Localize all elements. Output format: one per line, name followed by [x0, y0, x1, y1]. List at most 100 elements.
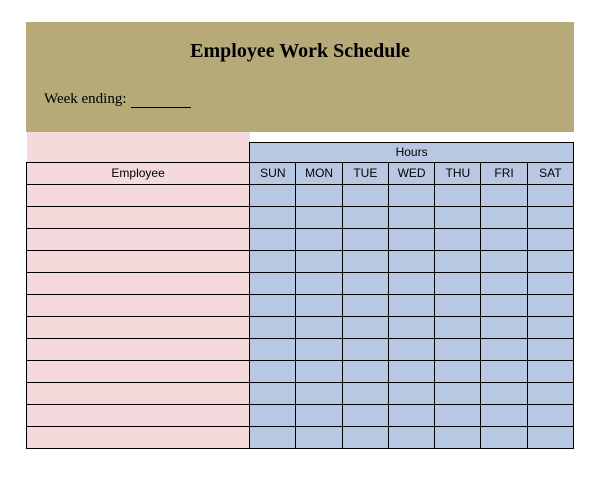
hours-cell[interactable] — [527, 250, 573, 272]
hours-cell[interactable] — [388, 426, 434, 448]
hours-cell[interactable] — [296, 184, 342, 206]
employee-cell[interactable] — [27, 404, 250, 426]
hours-cell[interactable] — [342, 206, 388, 228]
hours-cell[interactable] — [388, 272, 434, 294]
hours-cell[interactable] — [481, 184, 527, 206]
hours-cell[interactable] — [250, 338, 296, 360]
employee-cell[interactable] — [27, 316, 250, 338]
hours-cell[interactable] — [388, 382, 434, 404]
hours-cell[interactable] — [250, 184, 296, 206]
hours-cell[interactable] — [296, 360, 342, 382]
hours-cell[interactable] — [388, 316, 434, 338]
hours-cell[interactable] — [527, 316, 573, 338]
hours-cell[interactable] — [388, 360, 434, 382]
hours-cell[interactable] — [342, 272, 388, 294]
hours-cell[interactable] — [250, 272, 296, 294]
hours-cell[interactable] — [388, 228, 434, 250]
hours-cell[interactable] — [481, 294, 527, 316]
hours-cell[interactable] — [527, 206, 573, 228]
day-header-fri: FRI — [481, 162, 527, 184]
hours-cell[interactable] — [481, 206, 527, 228]
hours-cell[interactable] — [250, 360, 296, 382]
hours-cell[interactable] — [388, 338, 434, 360]
hours-cell[interactable] — [342, 360, 388, 382]
hours-cell[interactable] — [527, 404, 573, 426]
hours-cell[interactable] — [296, 294, 342, 316]
hours-cell[interactable] — [481, 228, 527, 250]
hours-cell[interactable] — [527, 228, 573, 250]
hours-cell[interactable] — [250, 228, 296, 250]
hours-cell[interactable] — [481, 404, 527, 426]
hours-cell[interactable] — [296, 338, 342, 360]
hours-cell[interactable] — [435, 338, 481, 360]
hours-cell[interactable] — [250, 382, 296, 404]
hours-cell[interactable] — [435, 294, 481, 316]
hours-cell[interactable] — [435, 250, 481, 272]
hours-cell[interactable] — [342, 184, 388, 206]
hours-cell[interactable] — [296, 382, 342, 404]
hours-cell[interactable] — [342, 250, 388, 272]
hours-cell[interactable] — [527, 184, 573, 206]
hours-cell[interactable] — [342, 404, 388, 426]
hours-cell[interactable] — [342, 426, 388, 448]
hours-cell[interactable] — [527, 338, 573, 360]
hours-cell[interactable] — [388, 404, 434, 426]
employee-cell[interactable] — [27, 294, 250, 316]
hours-cell[interactable] — [435, 316, 481, 338]
hours-cell[interactable] — [481, 382, 527, 404]
hours-cell[interactable] — [481, 250, 527, 272]
hours-cell[interactable] — [527, 426, 573, 448]
hours-cell[interactable] — [342, 228, 388, 250]
hours-cell[interactable] — [250, 294, 296, 316]
hours-cell[interactable] — [527, 294, 573, 316]
hours-cell[interactable] — [296, 250, 342, 272]
hours-cell[interactable] — [481, 360, 527, 382]
employee-cell[interactable] — [27, 426, 250, 448]
employee-cell[interactable] — [27, 382, 250, 404]
hours-cell[interactable] — [250, 206, 296, 228]
hours-cell[interactable] — [481, 316, 527, 338]
employee-cell[interactable] — [27, 228, 250, 250]
hours-cell[interactable] — [435, 360, 481, 382]
hours-cell[interactable] — [296, 206, 342, 228]
hours-cell[interactable] — [342, 294, 388, 316]
employee-cell[interactable] — [27, 206, 250, 228]
hours-cell[interactable] — [388, 184, 434, 206]
hours-cell[interactable] — [435, 382, 481, 404]
hours-cell[interactable] — [296, 228, 342, 250]
day-header-mon: MON — [296, 162, 342, 184]
hours-cell[interactable] — [342, 382, 388, 404]
week-ending-input[interactable] — [131, 94, 191, 108]
day-header-thu: THU — [435, 162, 481, 184]
hours-cell[interactable] — [250, 316, 296, 338]
hours-cell[interactable] — [342, 338, 388, 360]
hours-cell[interactable] — [527, 382, 573, 404]
employee-cell[interactable] — [27, 360, 250, 382]
hours-cell[interactable] — [250, 404, 296, 426]
hours-cell[interactable] — [296, 426, 342, 448]
hours-cell[interactable] — [435, 404, 481, 426]
hours-cell[interactable] — [481, 338, 527, 360]
hours-cell[interactable] — [435, 184, 481, 206]
hours-cell[interactable] — [388, 206, 434, 228]
hours-cell[interactable] — [527, 360, 573, 382]
hours-cell[interactable] — [435, 206, 481, 228]
employee-cell[interactable] — [27, 250, 250, 272]
hours-cell[interactable] — [250, 250, 296, 272]
hours-cell[interactable] — [342, 316, 388, 338]
hours-cell[interactable] — [296, 272, 342, 294]
hours-cell[interactable] — [435, 228, 481, 250]
employee-cell[interactable] — [27, 338, 250, 360]
hours-cell[interactable] — [481, 426, 527, 448]
hours-cell[interactable] — [296, 316, 342, 338]
hours-cell[interactable] — [296, 404, 342, 426]
hours-cell[interactable] — [435, 426, 481, 448]
employee-cell[interactable] — [27, 272, 250, 294]
employee-cell[interactable] — [27, 184, 250, 206]
hours-cell[interactable] — [388, 294, 434, 316]
hours-cell[interactable] — [388, 250, 434, 272]
hours-cell[interactable] — [527, 272, 573, 294]
hours-cell[interactable] — [481, 272, 527, 294]
hours-cell[interactable] — [250, 426, 296, 448]
hours-cell[interactable] — [435, 272, 481, 294]
